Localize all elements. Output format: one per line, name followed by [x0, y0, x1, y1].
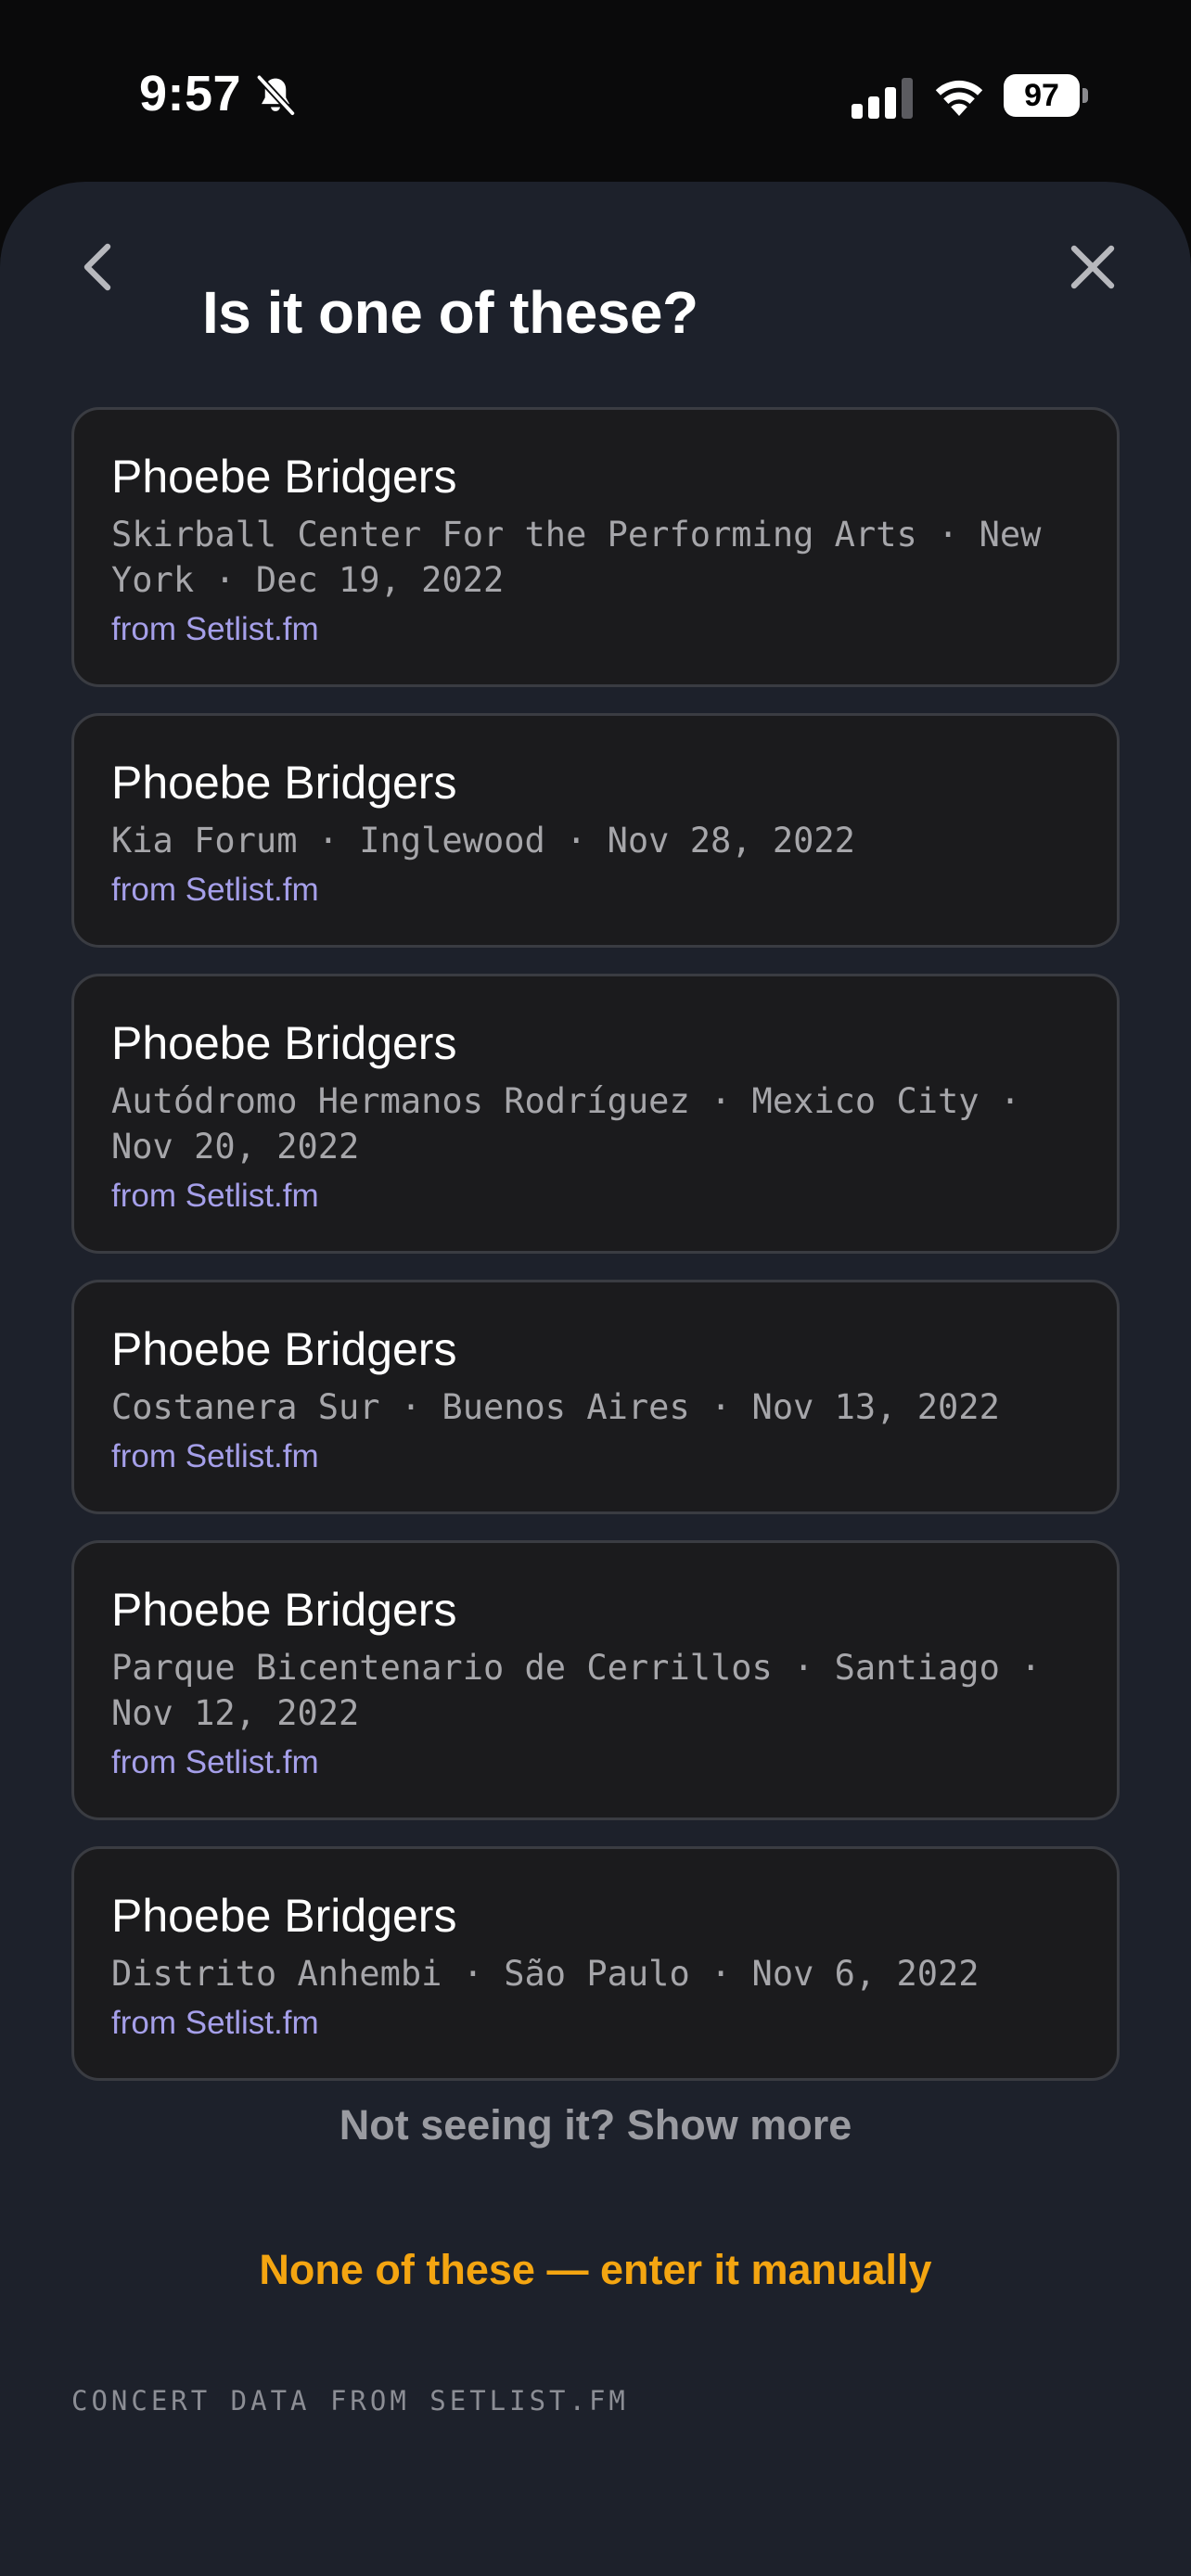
- card-details: Costanera Sur · Buenos Aires · Nov 13, 2…: [111, 1387, 1000, 1427]
- card-source: from Setlist.fm: [111, 1178, 319, 1214]
- result-card[interactable]: Phoebe Bridgers Skirball Center For the …: [71, 407, 1120, 687]
- card-source: from Setlist.fm: [111, 1744, 319, 1780]
- card-details: Autódromo Hermanos Rodríguez · Mexico Ci…: [111, 1081, 1021, 1167]
- card-artist: Phoebe Bridgers: [111, 451, 457, 503]
- close-icon[interactable]: [1065, 239, 1121, 295]
- page-title: Is it one of these?: [202, 279, 698, 346]
- battery-level: 97: [1004, 74, 1080, 117]
- card-details: Parque Bicentenario de Cerrillos · Santi…: [111, 1648, 1042, 1733]
- result-card[interactable]: Phoebe Bridgers Parque Bicentenario de C…: [71, 1540, 1120, 1820]
- cellular-signal-icon: [852, 78, 913, 119]
- result-card[interactable]: Phoebe Bridgers Kia Forum · Inglewood · …: [71, 713, 1120, 948]
- show-more-button[interactable]: Not seeing it? Show more: [0, 2101, 1191, 2149]
- data-attribution: CONCERT DATA FROM SETLIST.FM: [71, 2385, 629, 2417]
- status-time: 9:57: [139, 66, 242, 121]
- bell-slash-icon: [255, 73, 297, 117]
- card-artist: Phoebe Bridgers: [111, 757, 457, 809]
- picker-sheet: Is it one of these? Phoebe Bridgers Skir…: [0, 182, 1191, 2576]
- card-artist: Phoebe Bridgers: [111, 1890, 457, 1942]
- card-artist: Phoebe Bridgers: [111, 1323, 457, 1375]
- card-source: from Setlist.fm: [111, 611, 319, 647]
- card-source: from Setlist.fm: [111, 1438, 319, 1474]
- wifi-icon: [935, 80, 983, 116]
- card-artist: Phoebe Bridgers: [111, 1584, 457, 1636]
- battery-icon: 97: [1004, 74, 1089, 117]
- battery-tip: [1082, 88, 1088, 103]
- result-list: Phoebe Bridgers Skirball Center For the …: [71, 407, 1120, 2107]
- result-card[interactable]: Phoebe Bridgers Autódromo Hermanos Rodrí…: [71, 974, 1120, 1254]
- result-card[interactable]: Phoebe Bridgers Costanera Sur · Buenos A…: [71, 1280, 1120, 1514]
- card-details: Distrito Anhembi · São Paulo · Nov 6, 20…: [111, 1954, 980, 1994]
- card-source: from Setlist.fm: [111, 2005, 319, 2041]
- card-source: from Setlist.fm: [111, 872, 319, 908]
- result-card[interactable]: Phoebe Bridgers Distrito Anhembi · São P…: [71, 1846, 1120, 2081]
- card-details: Kia Forum · Inglewood · Nov 28, 2022: [111, 821, 855, 861]
- status-bar: 9:57 97: [0, 0, 1191, 185]
- enter-manually-button[interactable]: None of these — enter it manually: [0, 2246, 1191, 2294]
- card-artist: Phoebe Bridgers: [111, 1017, 457, 1069]
- card-details: Skirball Center For the Performing Arts …: [111, 515, 1042, 600]
- chevron-left-icon[interactable]: [72, 239, 128, 295]
